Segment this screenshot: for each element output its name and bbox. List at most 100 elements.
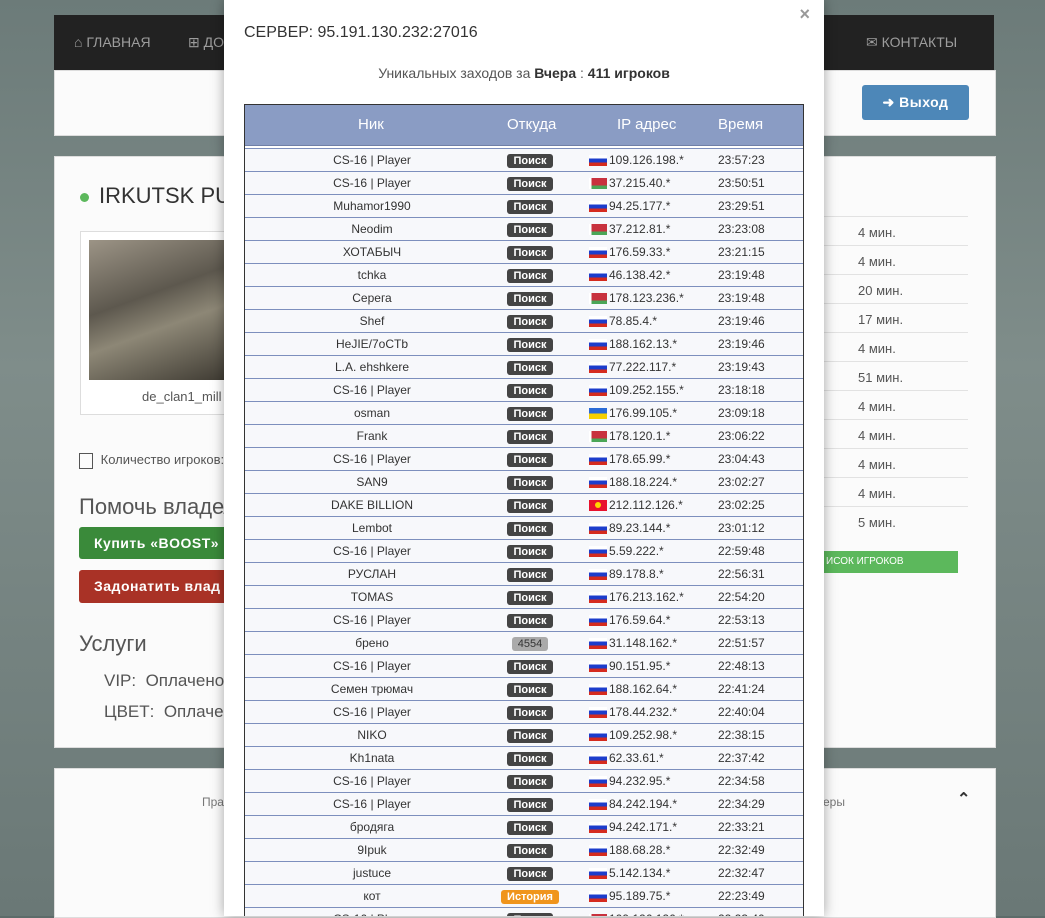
nav-add[interactable]: ⊞ ДО — [188, 15, 224, 70]
source-badge: Поиск — [507, 613, 553, 628]
visit-time: 22:33:21 — [718, 820, 765, 834]
player-nick: CS-16 | Player — [333, 383, 411, 397]
table-row: CS-16 | Player Поиск 178.44.232.* 22:40:04 — [245, 700, 803, 723]
source-cell: Поиск — [499, 356, 561, 378]
ip-address: 178.123.236.* — [609, 291, 684, 305]
player-nick: Muhamor1990 — [333, 199, 411, 213]
ip-cell: 37.215.40.* — [589, 172, 709, 194]
source-cell: Поиск — [499, 333, 561, 355]
source-cell: Поиск — [499, 494, 561, 516]
country-flag-icon — [589, 799, 607, 811]
ip-address: 46.138.42.* — [609, 268, 671, 282]
side-list-row: 51 мин. — [824, 361, 968, 391]
play-duration: 4 мин. — [858, 341, 896, 356]
player-nick: Neodim — [351, 222, 393, 236]
player-nick: CS-16 | Player — [245, 908, 499, 916]
player-nick: CS-16 | Player — [333, 797, 411, 811]
source-badge: Поиск — [507, 337, 553, 352]
players-list-button[interactable]: исок игроков — [820, 551, 958, 573]
ip-address: 176.59.64.* — [609, 613, 671, 627]
player-nick: бродяга — [349, 820, 395, 834]
player-nick: Shef — [359, 314, 385, 328]
nav-contacts[interactable]: ✉ КОНТАКТЫ — [866, 15, 957, 70]
ip-address: 109.126.126.* — [609, 912, 684, 916]
country-flag-icon — [589, 523, 607, 535]
source-cell: Поиск — [499, 149, 561, 171]
country-flag-icon — [589, 615, 607, 627]
table-row: tchka Поиск 46.138.42.* 23:19:48 — [245, 263, 803, 286]
source-badge: Поиск — [507, 843, 553, 858]
country-flag-icon — [589, 247, 607, 259]
visit-time: 22:41:24 — [718, 682, 765, 696]
ip-address: 77.222.117.* — [609, 360, 677, 374]
source-cell: Поиск — [499, 724, 561, 746]
visit-time: 23:06:22 — [718, 429, 765, 443]
ip-cell: 46.138.42.* — [589, 264, 709, 286]
ip-cell: 62.33.61.* — [589, 747, 709, 769]
nav-home[interactable]: ⌂ ГЛАВНАЯ — [74, 15, 151, 70]
source-cell: Поиск — [499, 264, 561, 286]
table-row: CS-16 | Player Поиск 90.151.95.* 22:48:13 — [245, 654, 803, 677]
side-list-row: 4 мин. — [824, 216, 968, 246]
country-flag-icon — [589, 500, 607, 512]
ip-address: 176.99.105.* — [609, 406, 678, 420]
source-cell: Поиск — [499, 839, 561, 861]
ip-cell: 188.162.64.* — [589, 678, 709, 700]
table-row: Семен трюмач Поиск 188.162.64.* 22:41:24 — [245, 677, 803, 700]
ip-address: 178.120.1.* — [609, 429, 671, 443]
source-badge: Поиск — [507, 797, 553, 812]
col-time: Время — [718, 116, 764, 133]
source-badge: Поиск — [507, 521, 553, 536]
sign-out-icon: ➜ — [882, 94, 895, 110]
visit-time: 22:56:31 — [718, 567, 765, 581]
visit-time: 22:48:13 — [718, 659, 765, 673]
chevron-up-icon[interactable]: ⌃ — [957, 789, 970, 809]
side-list-row: 17 мин. — [824, 303, 968, 333]
player-nick: Frank — [356, 429, 388, 443]
nav-add-label: ДО — [203, 34, 224, 50]
play-duration: 17 мин. — [858, 312, 904, 327]
ip-address: 176.213.162.* — [609, 590, 684, 604]
logout-label: Выход — [899, 94, 949, 110]
ip-address: 178.44.232.* — [609, 705, 678, 719]
source-cell: Поиск — [499, 609, 561, 631]
plus-square-icon: ⊞ — [188, 34, 200, 50]
source-badge: Поиск — [507, 176, 553, 191]
map-image — [89, 240, 229, 380]
player-nick: CS-16 | Player — [333, 774, 411, 788]
logout-button[interactable]: ➜ Выход — [862, 85, 969, 120]
source-badge: 4554 — [511, 636, 549, 651]
country-flag-icon — [589, 661, 607, 673]
ip-cell: 176.213.162.* — [589, 586, 709, 608]
footer-right-text: еры — [823, 795, 845, 809]
source-cell: Поиск — [499, 379, 561, 401]
visit-time: 22:23:40 — [718, 908, 778, 916]
ip-address: 176.59.33.* — [609, 245, 671, 259]
source-badge: Поиск — [507, 314, 553, 329]
country-flag-icon — [589, 707, 607, 719]
table-row: Lembot Поиск 89.23.144.* 23:01:12 — [245, 516, 803, 539]
visits-count: 411 игроков — [587, 65, 670, 81]
country-flag-icon — [589, 293, 607, 305]
modal-title: СЕРВЕР: 95.191.130.232:27016 — [244, 24, 478, 41]
player-nick: ХОТАБЫЧ — [342, 245, 402, 259]
visit-time: 22:59:48 — [718, 544, 765, 558]
play-duration: 5 мин. — [858, 515, 896, 530]
ip-address: 95.189.75.* — [609, 889, 671, 903]
close-icon[interactable]: × — [799, 4, 810, 25]
table-row: Frank Поиск 178.120.1.* 23:06:22 — [245, 424, 803, 447]
player-nick: DAKE BILLION — [330, 498, 414, 512]
country-flag-icon — [589, 201, 607, 213]
source-cell: Поиск — [499, 540, 561, 562]
source-cell: Поиск — [499, 241, 561, 263]
play-duration: 4 мин. — [858, 254, 896, 269]
ip-address: 31.148.162.* — [609, 636, 678, 650]
visit-time: 22:23:49 — [718, 889, 765, 903]
play-duration: 4 мин. — [858, 486, 896, 501]
country-flag-icon — [589, 730, 607, 742]
source-badge: Поиск — [507, 682, 553, 697]
source-cell: Поиск — [499, 172, 561, 194]
ip-cell: 95.189.75.* — [589, 885, 709, 907]
visit-time: 23:57:23 — [718, 153, 765, 167]
ip-address: 188.162.64.* — [609, 682, 678, 696]
